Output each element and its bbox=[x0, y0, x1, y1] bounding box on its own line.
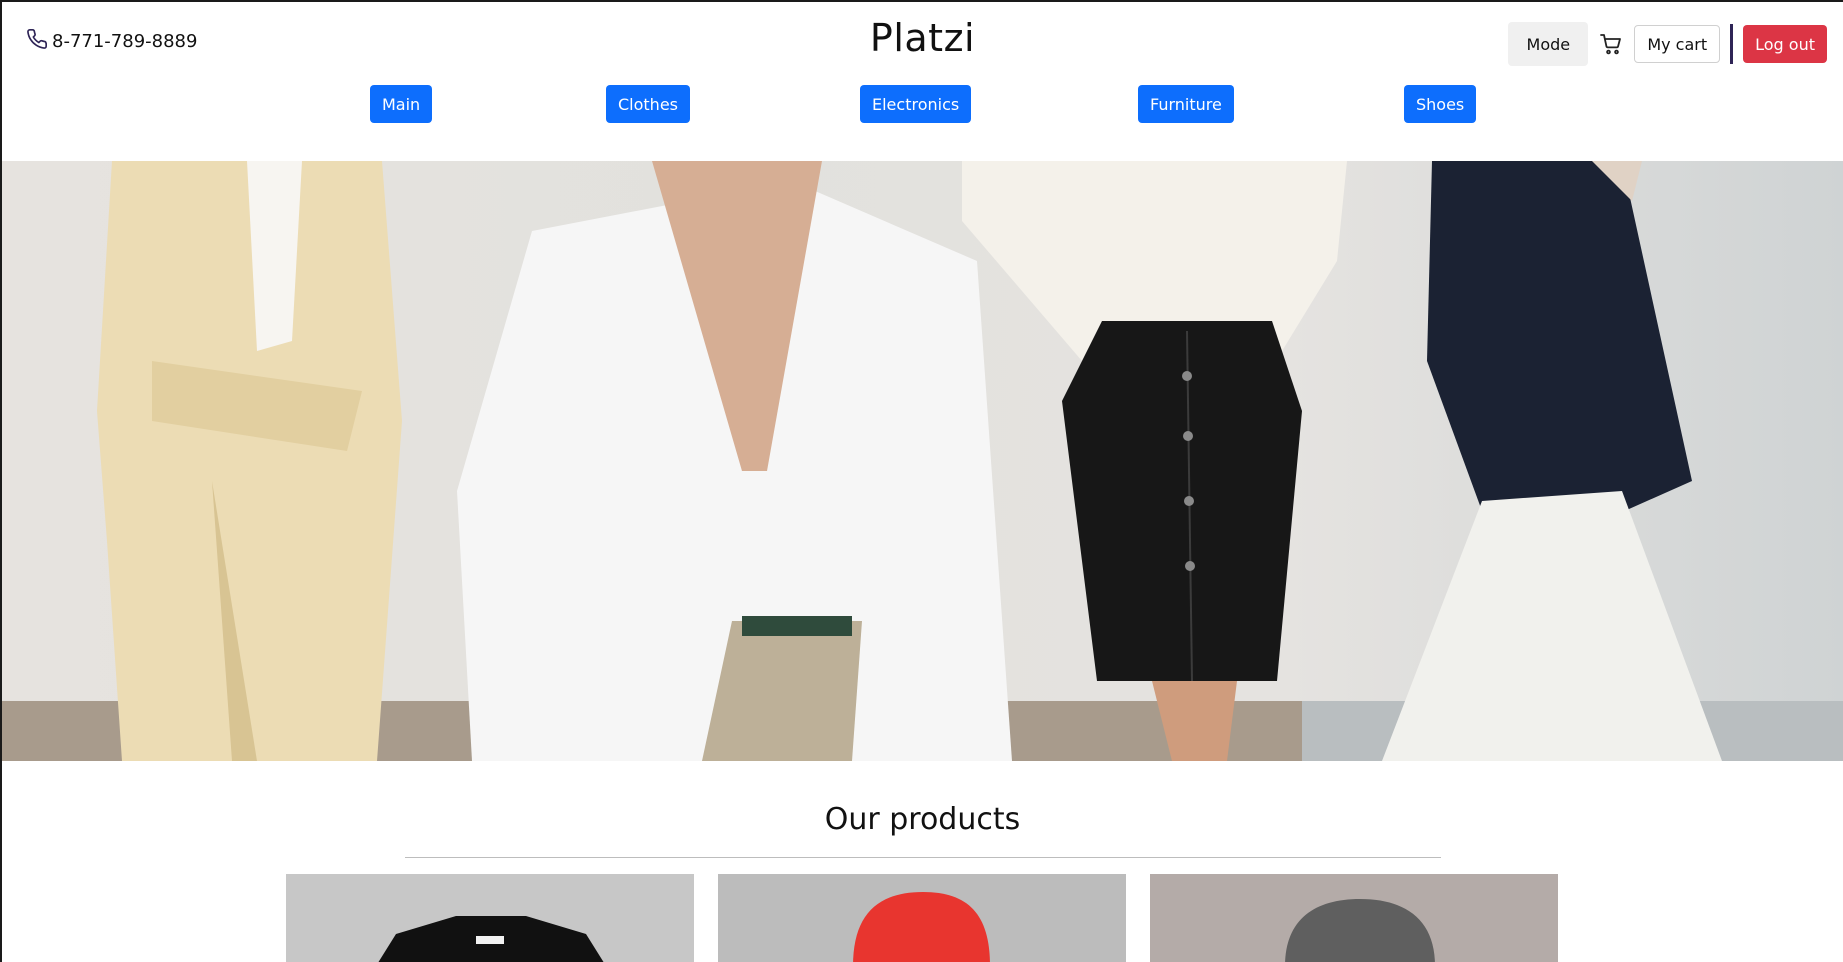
red-hoodie-image bbox=[718, 874, 1126, 962]
product-card-black-tshirt[interactable] bbox=[286, 874, 694, 962]
hero-banner-image bbox=[2, 161, 1843, 761]
cart-icon[interactable] bbox=[1598, 31, 1624, 57]
mode-toggle-button[interactable]: Mode bbox=[1508, 22, 1589, 66]
products-heading: Our products bbox=[824, 802, 1021, 837]
header-divider bbox=[1730, 24, 1734, 64]
black-tshirt-image bbox=[286, 874, 694, 962]
grey-hoodie-image bbox=[1150, 874, 1558, 962]
category-shoes-button[interactable]: Shoes bbox=[1404, 85, 1477, 123]
category-clothes-button[interactable]: Clothes bbox=[606, 85, 690, 123]
product-card-grey-hoodie[interactable] bbox=[1150, 874, 1558, 962]
my-cart-button[interactable]: My cart bbox=[1634, 25, 1721, 63]
products-divider bbox=[405, 857, 1441, 858]
category-furniture-button[interactable]: Furniture bbox=[1138, 85, 1234, 123]
logout-button[interactable]: Log out bbox=[1743, 25, 1827, 63]
category-main-button[interactable]: Main bbox=[370, 85, 433, 123]
product-card-red-hoodie[interactable] bbox=[718, 874, 1126, 962]
header-actions: Mode My cart Log out bbox=[1508, 22, 1827, 66]
category-electronics-button[interactable]: Electronics bbox=[860, 85, 972, 123]
